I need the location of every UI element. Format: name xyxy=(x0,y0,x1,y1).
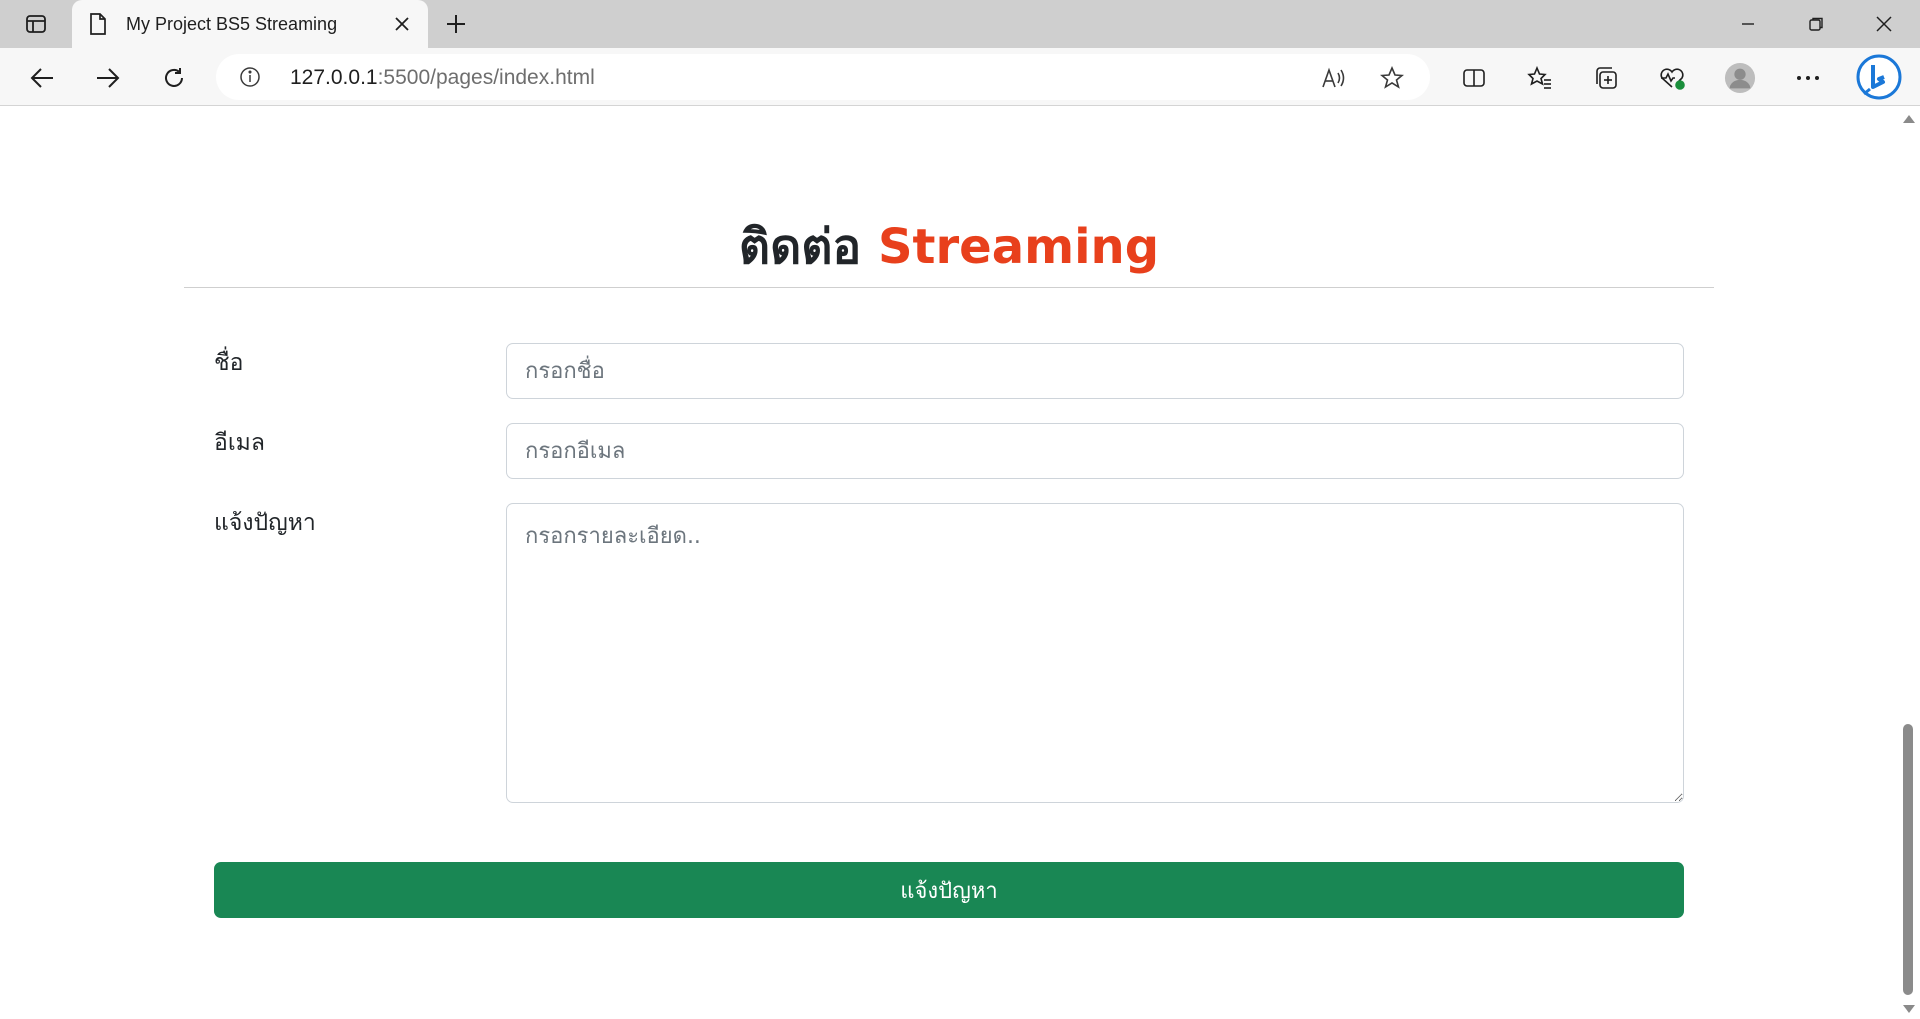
page-scrollbar[interactable] xyxy=(1898,107,1920,1019)
minimize-icon[interactable] xyxy=(1728,8,1768,40)
scroll-thumb[interactable] xyxy=(1903,724,1913,995)
forward-arrow-icon[interactable] xyxy=(90,60,126,96)
page-title: ติดต่อ Streaming xyxy=(0,209,1898,285)
split-screen-icon[interactable] xyxy=(1458,62,1490,94)
tab-actions-icon[interactable] xyxy=(14,8,58,40)
browser-essentials-icon[interactable] xyxy=(1656,62,1688,94)
browser-toolbar: 127.0.0.1:5500/pages/index.html xyxy=(0,48,1920,106)
close-window-icon[interactable] xyxy=(1864,8,1904,40)
page-content: ติดต่อ Streaming ชื่อ อีเมล แจ้งปัญหา แจ… xyxy=(0,107,1898,1019)
restore-icon[interactable] xyxy=(1796,8,1836,40)
title-prefix: ติดต่อ xyxy=(738,219,862,275)
favorites-list-icon[interactable] xyxy=(1524,62,1556,94)
submit-button[interactable]: แจ้งปัญหา xyxy=(214,862,1684,918)
tab-title: My Project BS5 Streaming xyxy=(126,13,338,34)
address-bar[interactable]: 127.0.0.1:5500/pages/index.html xyxy=(216,54,1430,100)
heading-divider xyxy=(184,287,1714,288)
url-text[interactable]: 127.0.0.1:5500/pages/index.html xyxy=(290,66,595,90)
profile-avatar[interactable] xyxy=(1724,62,1756,94)
copilot-icon[interactable] xyxy=(1856,54,1902,100)
issue-label: แจ้งปัญหา xyxy=(214,510,316,536)
browser-tab[interactable]: My Project BS5 Streaming xyxy=(72,0,428,48)
read-aloud-icon[interactable] xyxy=(1320,64,1348,92)
more-options-icon[interactable] xyxy=(1792,62,1824,94)
site-info-icon[interactable] xyxy=(238,65,262,89)
browser-tab-bar: My Project BS5 Streaming xyxy=(0,0,1920,48)
document-icon xyxy=(88,12,108,36)
url-host: 127.0.0.1 xyxy=(290,66,378,89)
name-label: ชื่อ xyxy=(214,350,244,376)
favorite-star-icon[interactable] xyxy=(1378,64,1406,92)
issue-textarea[interactable] xyxy=(506,503,1684,803)
scroll-down-arrow-icon[interactable] xyxy=(1903,1005,1915,1013)
new-tab-icon[interactable] xyxy=(440,8,472,40)
email-label: อีเมล xyxy=(214,430,265,456)
email-input[interactable] xyxy=(506,423,1684,479)
collections-icon[interactable] xyxy=(1590,62,1622,94)
url-path: :5500/pages/index.html xyxy=(377,66,595,89)
back-arrow-icon[interactable] xyxy=(24,60,60,96)
name-input[interactable] xyxy=(506,343,1684,399)
title-accent: Streaming xyxy=(877,219,1160,275)
close-tab-icon[interactable] xyxy=(390,12,414,36)
scroll-up-arrow-icon[interactable] xyxy=(1903,115,1915,123)
refresh-icon[interactable] xyxy=(156,60,192,96)
